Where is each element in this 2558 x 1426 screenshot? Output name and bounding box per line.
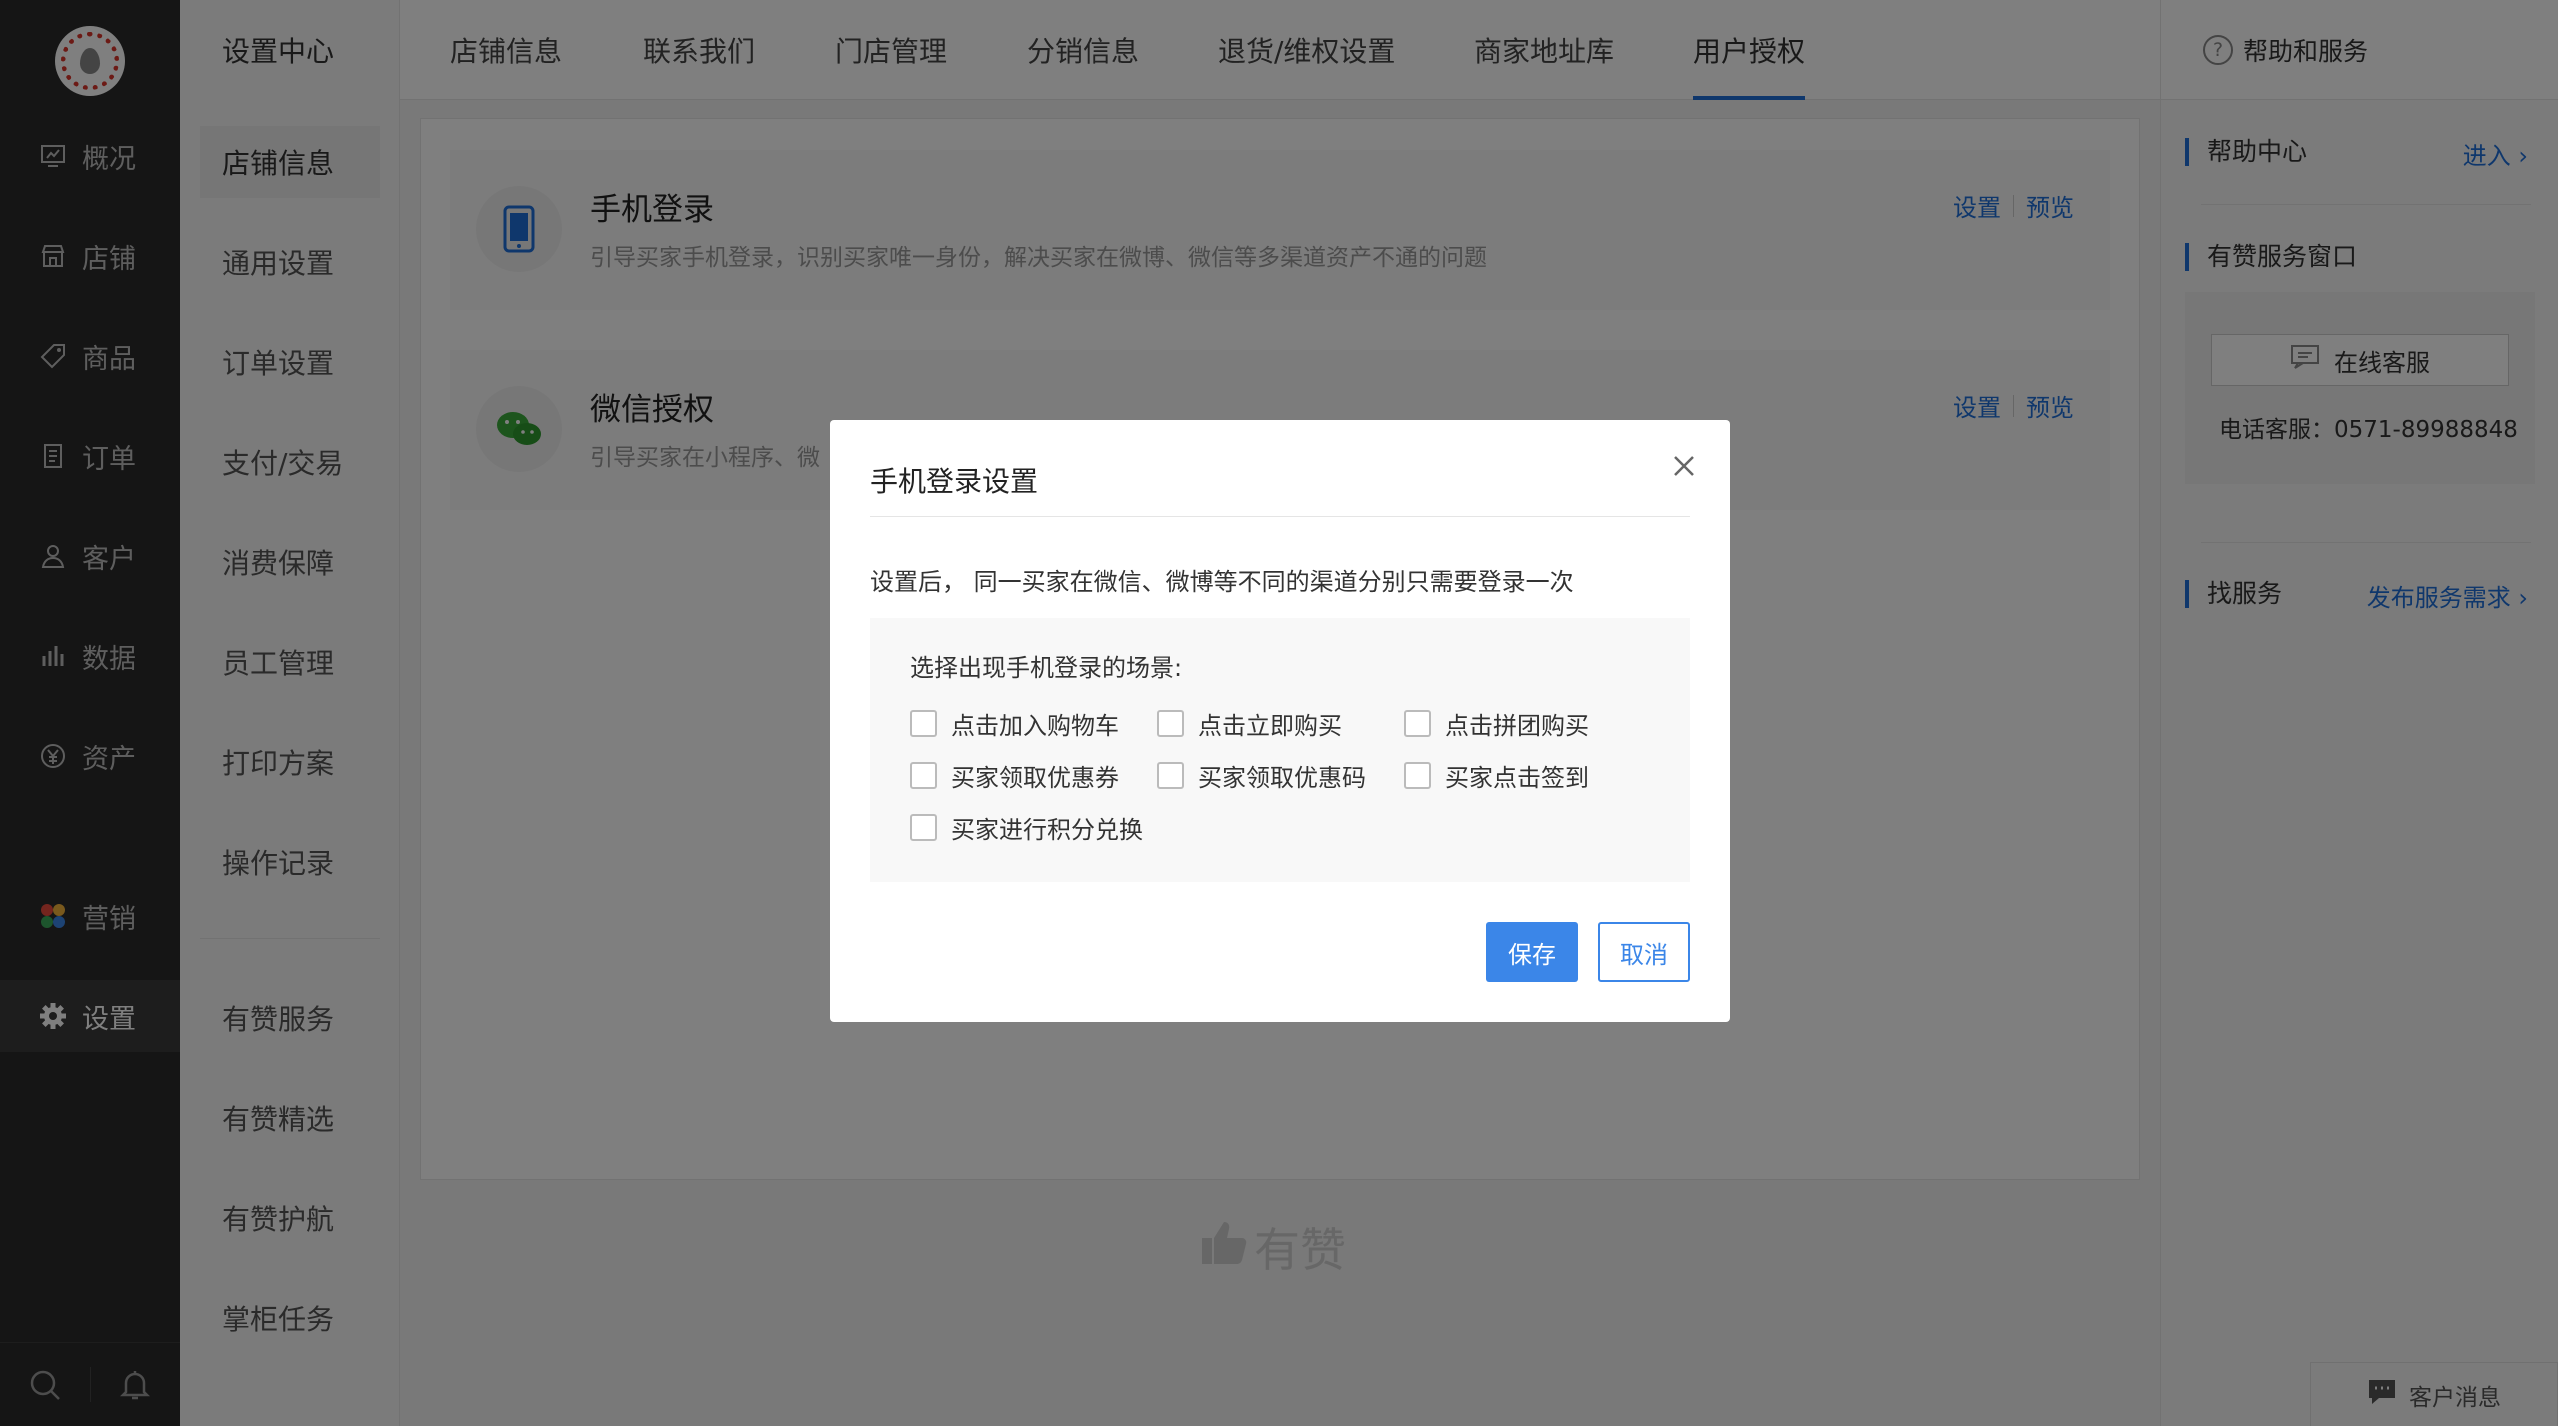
dialog-title: 手机登录设置 xyxy=(870,465,1039,498)
option-group-buy[interactable]: 点击拼团购买 xyxy=(1404,706,1589,741)
option-label: 点击拼团购买 xyxy=(1445,712,1589,740)
checkbox[interactable] xyxy=(910,710,937,737)
option-check-in[interactable]: 买家点击签到 xyxy=(1404,758,1589,793)
checkbox[interactable] xyxy=(1157,762,1184,789)
option-add-to-cart[interactable]: 点击加入购物车 xyxy=(910,706,1119,741)
scene-options-title: 选择出现手机登录的场景: xyxy=(910,654,1183,682)
scene-options-box: 选择出现手机登录的场景: 点击加入购物车 点击立即购买 点击拼团购买 买家领取优… xyxy=(870,618,1690,882)
option-label: 买家领取优惠券 xyxy=(951,764,1119,792)
dialog-divider xyxy=(870,516,1690,517)
phone-login-settings-dialog: 手机登录设置 设置后， 同一买家在微信、微博等不同的渠道分别只需要登录一次 选择… xyxy=(830,420,1730,1022)
option-label: 买家进行积分兑换 xyxy=(951,816,1143,844)
option-buy-now[interactable]: 点击立即购买 xyxy=(1157,706,1342,741)
checkbox[interactable] xyxy=(1157,710,1184,737)
option-claim-coupon[interactable]: 买家领取优惠券 xyxy=(910,758,1119,793)
option-label: 买家点击签到 xyxy=(1445,764,1589,792)
checkbox[interactable] xyxy=(910,814,937,841)
option-label: 买家领取优惠码 xyxy=(1198,764,1366,792)
option-claim-code[interactable]: 买家领取优惠码 xyxy=(1157,758,1366,793)
option-points-exchange[interactable]: 买家进行积分兑换 xyxy=(910,810,1143,845)
checkbox[interactable] xyxy=(1404,762,1431,789)
option-label: 点击立即购买 xyxy=(1198,712,1342,740)
option-label: 点击加入购物车 xyxy=(951,712,1119,740)
save-button[interactable]: 保存 xyxy=(1486,922,1578,982)
dialog-description: 设置后， 同一买家在微信、微博等不同的渠道分别只需要登录一次 xyxy=(870,568,1574,596)
checkbox[interactable] xyxy=(1404,710,1431,737)
cancel-button[interactable]: 取消 xyxy=(1598,922,1690,982)
close-icon[interactable] xyxy=(1668,450,1700,482)
checkbox[interactable] xyxy=(910,762,937,789)
